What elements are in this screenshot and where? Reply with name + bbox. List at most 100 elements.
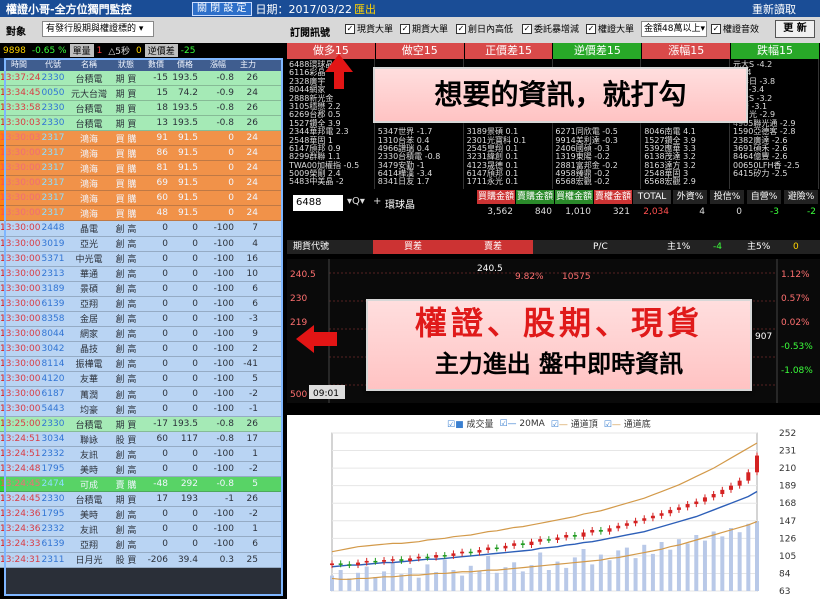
mode-label[interactable]: 單量 bbox=[69, 44, 94, 57]
legend-volume[interactable]: ☑■ 成交量 bbox=[447, 417, 493, 430]
intraday-right-tick: 0.57% bbox=[781, 294, 810, 304]
search-icon[interactable]: ▾Q▾ bbox=[347, 196, 365, 207]
candle bbox=[633, 520, 638, 524]
ranking-item[interactable]: 8341日友 1.7 bbox=[378, 178, 461, 187]
y-tick-label: 231 bbox=[779, 447, 796, 457]
candle bbox=[468, 551, 473, 554]
futures-buy-label: 買差 bbox=[373, 240, 453, 254]
arrow-up-stem bbox=[334, 71, 344, 89]
checkbox-warrant-sound[interactable]: ✓ 權證音效 bbox=[711, 22, 759, 35]
volume-bar bbox=[668, 549, 673, 591]
candle bbox=[702, 497, 707, 502]
ranking-column: 6488環球晶 6116彩晶 2328廣宇 8044網家 2888新光金 3105穩懋 2… bbox=[287, 59, 375, 189]
candle bbox=[755, 455, 759, 473]
volume-bar bbox=[330, 575, 334, 591]
add-icon[interactable]: + bbox=[373, 196, 381, 207]
volume-bar bbox=[720, 536, 725, 591]
candle bbox=[642, 518, 647, 521]
checkbox-spot-big[interactable]: ✓ 現貨大單 bbox=[345, 22, 393, 35]
candle bbox=[512, 543, 517, 546]
checkbox-intraday-high-low[interactable]: ✓ 創日內高低 bbox=[456, 22, 513, 35]
volume-bar bbox=[512, 562, 517, 591]
candle bbox=[416, 556, 421, 559]
check-icon: ✓ bbox=[522, 23, 532, 34]
y-tick-label: 84 bbox=[779, 569, 791, 579]
tab-ranking[interactable]: 漲幅15 bbox=[642, 43, 732, 59]
volume-bar bbox=[399, 574, 404, 591]
volume-bar bbox=[529, 565, 534, 591]
amount-select[interactable]: 金額48萬以上▾ bbox=[641, 21, 707, 37]
check-icon: ✓ bbox=[711, 23, 721, 34]
volume-bar bbox=[416, 577, 421, 591]
candle bbox=[356, 562, 361, 566]
target-select-value: 有發行股期與權證標的 bbox=[46, 24, 137, 34]
tab-ranking[interactable]: 正價差15 bbox=[464, 43, 554, 59]
ranking-item[interactable]: 1711永光 0.1 bbox=[467, 178, 550, 187]
ranking-item[interactable]: 5483中美晶 -2 bbox=[289, 178, 372, 187]
export-link[interactable]: 匯出 bbox=[354, 1, 376, 17]
update-button[interactable]: 更 新 bbox=[775, 20, 815, 38]
symbol-input[interactable]: 6488 bbox=[293, 195, 343, 211]
summary-header: 外資% bbox=[673, 190, 707, 204]
close-settings-button[interactable]: 關 閉 設 定 bbox=[192, 1, 252, 16]
candle bbox=[555, 537, 560, 541]
daily-chart: ☑■ 成交量 ☑— 20MA ☑— 通道頂 ☑— 通道底 252 231 210 18… bbox=[287, 415, 820, 599]
candle bbox=[425, 556, 430, 559]
ranking-item[interactable]: 6568宏觀 -0.2 bbox=[555, 178, 638, 187]
summary-value: 321 bbox=[612, 207, 630, 217]
checkbox-warrant-big[interactable]: ✓ 權證大單 bbox=[586, 22, 634, 35]
candle bbox=[650, 515, 655, 519]
main5-label: 主5% bbox=[747, 242, 771, 252]
volume-bar bbox=[564, 567, 569, 591]
inverse-label[interactable]: 逆價差 bbox=[144, 44, 178, 57]
callout-checkbox: 想要的資訊，就打勾 bbox=[373, 67, 748, 123]
candle bbox=[434, 555, 439, 558]
qty-value: 1 bbox=[96, 45, 103, 56]
volume-bar bbox=[616, 550, 621, 591]
ranking-item[interactable] bbox=[733, 178, 816, 186]
candle bbox=[364, 560, 369, 563]
candle bbox=[616, 525, 621, 529]
candle bbox=[494, 547, 499, 550]
summary-header: 賣購金額 bbox=[516, 190, 554, 204]
index-pct: -0.65 % bbox=[31, 45, 67, 56]
legend-lower[interactable]: ☑— 通道底 bbox=[604, 417, 651, 430]
legend-upper[interactable]: ☑— 通道頂 bbox=[551, 417, 598, 430]
legend-ma20[interactable]: ☑— 20MA bbox=[499, 419, 544, 429]
chart-legend: ☑■ 成交量 ☑— 20MA ☑— 通道頂 ☑— 通道底 bbox=[447, 417, 651, 431]
candle bbox=[659, 513, 664, 516]
volume-bar bbox=[711, 531, 716, 591]
volume-bar bbox=[338, 570, 343, 591]
tab-ranking[interactable]: 做空15 bbox=[375, 43, 465, 59]
summary-header: 投信% bbox=[710, 190, 744, 204]
intraday-right-tick: -0.53% bbox=[781, 342, 813, 352]
volume-bar bbox=[624, 547, 629, 591]
candle bbox=[338, 563, 343, 565]
target-select[interactable]: 有發行股期與權證標的 ▾ bbox=[42, 21, 154, 37]
app-title: 權證小哥-全方位獨門監控 bbox=[6, 2, 132, 16]
y-tick-label: 105 bbox=[779, 552, 796, 562]
summary-value: 840 bbox=[534, 207, 552, 217]
candle bbox=[529, 541, 534, 546]
summary-header: 買購金額 bbox=[477, 190, 515, 204]
arrow-left-icon bbox=[296, 325, 314, 353]
tab-ranking[interactable]: 跌幅15 bbox=[731, 43, 820, 59]
volume-bar bbox=[755, 521, 759, 591]
volume-bar bbox=[520, 571, 525, 591]
toolbar: 對象 有發行股期與權證標的 ▾ 訂閱訊號 ✓ 現貨大單 ✓ 期貨大單 ✓ 創日內高低 … bbox=[0, 17, 820, 43]
ranking-item[interactable]: 6415矽力 -2.5 bbox=[733, 169, 816, 178]
summary-value: -3 bbox=[770, 207, 779, 217]
highlight-frame bbox=[4, 58, 283, 596]
y-tick-label: 63 bbox=[779, 587, 790, 597]
interval-value[interactable]: △5秒 bbox=[105, 44, 133, 57]
arrow-up-icon bbox=[325, 54, 353, 72]
checkbox-order-surge[interactable]: ✓ 委託暴增減 bbox=[522, 22, 579, 35]
checkbox-futures-big[interactable]: ✓ 期貨大單 bbox=[400, 22, 448, 35]
tab-ranking[interactable]: 逆價差15 bbox=[553, 43, 643, 59]
reload-link[interactable]: 重新讀取 bbox=[752, 1, 796, 17]
callout-line-2: 主力進出 盤中即時資訊 bbox=[434, 350, 684, 378]
summary-header: 賣權金額 bbox=[594, 190, 632, 204]
ranking-item[interactable]: 6568宏觀 2.9 bbox=[644, 178, 727, 187]
intraday-top-price: 240.5 bbox=[477, 264, 503, 274]
candle bbox=[676, 507, 681, 510]
